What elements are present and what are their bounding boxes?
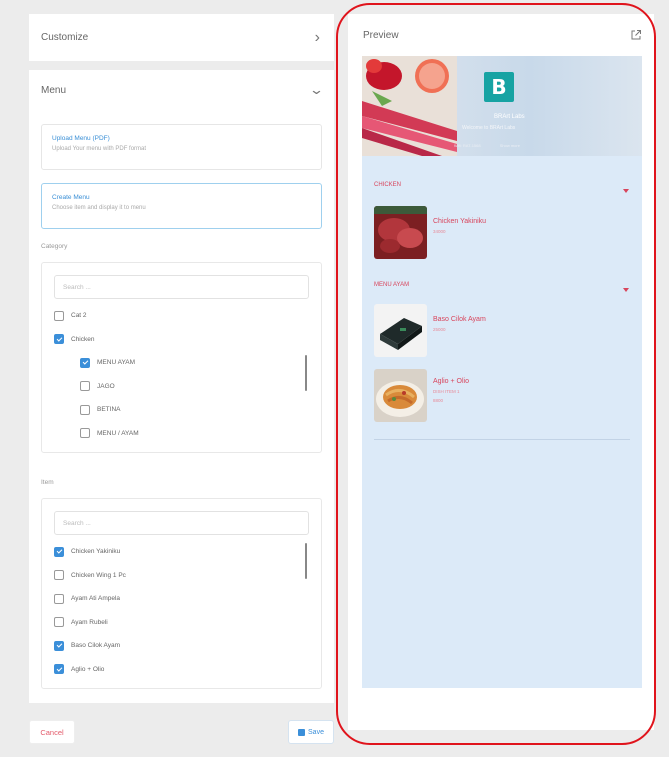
category-label-text: Cat 2: [71, 312, 87, 320]
item-row[interactable]: Baso Cilok Ayam: [54, 634, 309, 658]
item-list: Search ... Chicken Yakiniku Chicken Wing…: [41, 498, 322, 689]
item-label-text: Ayam Ati Ampela: [71, 595, 121, 603]
item-label-text: Aglio + Olio: [71, 665, 105, 673]
item-row[interactable]: Ayam Ati Ampela: [54, 587, 309, 611]
create-menu-desc: Choose item and display it to menu: [52, 205, 146, 211]
upload-menu-title: Upload Menu (PDF): [52, 135, 110, 142]
category-row[interactable]: MENU / AYAM: [54, 422, 309, 446]
cancel-button[interactable]: Cancel: [29, 720, 75, 744]
category-row[interactable]: BETINA: [54, 398, 309, 422]
item-label-text: Baso Cilok Ayam: [71, 642, 121, 650]
category-label-text: BETINA: [97, 406, 121, 414]
item-row[interactable]: Aglio + Olio: [54, 658, 309, 682]
item-label-text: Chicken Yakiniku: [71, 548, 121, 556]
checkbox[interactable]: [54, 617, 64, 628]
checkbox[interactable]: [80, 381, 90, 392]
upload-menu-option[interactable]: Upload Menu (PDF) Upload Your menu with …: [41, 124, 322, 170]
checkbox[interactable]: [80, 404, 90, 415]
category-row[interactable]: Cat 2: [54, 304, 309, 328]
checkbox[interactable]: [54, 570, 64, 581]
item-scrollbar[interactable]: [305, 543, 307, 579]
item-row[interactable]: Chicken Wing 1 Pc: [54, 564, 309, 588]
chevron-down-icon: ⌄: [308, 82, 325, 97]
category-label-text: MENU / AYAM: [97, 429, 139, 437]
checkbox[interactable]: [80, 357, 90, 368]
item-row[interactable]: Ayam Rubeli: [54, 611, 309, 635]
customize-title: Customize: [41, 32, 89, 43]
checkbox[interactable]: [54, 664, 64, 675]
category-search-input[interactable]: Search ...: [54, 275, 309, 299]
upload-menu-desc: Upload Your menu with PDF format: [52, 146, 147, 152]
category-scrollbar[interactable]: [305, 355, 307, 391]
menu-panel: Menu ⌄ Upload Menu (PDF) Upload Your men…: [29, 70, 334, 703]
chevron-right-icon: ›: [314, 28, 320, 46]
save-button-label: Save: [308, 728, 324, 736]
checkbox[interactable]: [54, 593, 64, 604]
save-button[interactable]: Save: [288, 720, 334, 744]
item-row[interactable]: Chicken Yakiniku: [54, 540, 309, 564]
checkbox[interactable]: [54, 640, 64, 651]
floppy-disk-icon: [298, 728, 306, 736]
checkbox[interactable]: [54, 334, 64, 345]
category-label-text: Chicken: [71, 335, 95, 343]
item-label-text: Chicken Wing 1 Pc: [71, 571, 126, 579]
category-row[interactable]: MENU AYAM: [54, 351, 309, 375]
menu-title: Menu: [41, 84, 67, 96]
category-label: Category: [41, 243, 68, 250]
customize-panel-header[interactable]: Customize ›: [29, 14, 334, 61]
category-list: Search ... Cat 2 Chicken MENU AYAM JAGO …: [41, 262, 322, 453]
category-label-text: MENU AYAM: [97, 359, 136, 367]
category-label-text: JAGO: [97, 382, 115, 390]
item-label-text: Ayam Rubeli: [71, 618, 108, 626]
highlight-outline: [336, 3, 656, 745]
item-label: Item: [41, 479, 54, 486]
checkbox[interactable]: [54, 310, 64, 321]
checkbox[interactable]: [54, 546, 64, 557]
category-row[interactable]: JAGO: [54, 375, 309, 399]
checkbox[interactable]: [80, 428, 90, 439]
item-search-input[interactable]: Search ...: [54, 511, 309, 535]
create-menu-title: Create Menu: [52, 194, 90, 201]
category-row[interactable]: Chicken: [54, 328, 309, 352]
menu-panel-header[interactable]: Menu ⌄: [41, 70, 325, 110]
create-menu-option[interactable]: Create Menu Choose item and display it t…: [41, 183, 322, 229]
